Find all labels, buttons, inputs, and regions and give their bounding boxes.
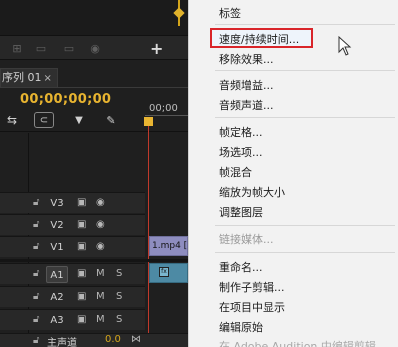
grid-icon[interactable]: ⊞ [6, 41, 28, 55]
playhead-handle[interactable] [144, 117, 153, 126]
film-icon[interactable]: ▣ [77, 291, 86, 302]
menu-separator [215, 117, 395, 118]
tab-sequence[interactable]: 序列 01 × [0, 68, 58, 87]
lock-icon[interactable]: 🔓︎ [33, 291, 43, 303]
track-v3[interactable]: 🔓︎ V3 ▣ ◉ [0, 192, 145, 213]
menu-separator [215, 252, 395, 253]
track-label[interactable]: V2 [46, 217, 68, 234]
menu-item-frame-hold[interactable]: 帧定格... [219, 124, 263, 140]
menu-item-edit-in-audition[interactable]: 在 Adobe Audition 中编辑剪辑 [219, 338, 376, 347]
lock-icon[interactable]: 🔓︎ [33, 219, 43, 231]
solo-button[interactable]: S [116, 291, 122, 302]
film-icon[interactable]: ▣ [77, 219, 86, 230]
track-label[interactable]: A3 [46, 312, 68, 329]
time-ruler[interactable] [145, 115, 188, 116]
ruler-time-label: 00;00 [149, 103, 178, 114]
link-icon[interactable]: ⊂ [34, 112, 54, 128]
camera-icon[interactable]: ◉ [84, 41, 106, 55]
master-volume[interactable]: 0.0 [105, 334, 121, 345]
eye-icon[interactable]: ◉ [96, 197, 105, 208]
snap-icon[interactable]: ⇆ [3, 112, 21, 128]
menu-item-speed-duration[interactable]: 速度/持续时间... [219, 31, 299, 47]
track-a1[interactable]: 🔓︎ A1 ▣ M S [0, 263, 145, 284]
menu-separator [215, 24, 395, 25]
menu-item-remove-effects[interactable]: 移除效果... [219, 51, 274, 67]
menu-item-rename[interactable]: 重命名... [219, 259, 263, 275]
mute-button[interactable]: M [96, 314, 105, 325]
mouse-cursor-icon [338, 36, 352, 56]
lock-icon[interactable]: 🔓︎ [33, 335, 39, 346]
menu-item-link-media[interactable]: 链接媒体... [219, 231, 274, 247]
timeline-panel: ⊞ ▭ ▭ ◉ + 序列 01 × 00;00;00;00 00;00 ⇆ ⊂ ▼… [0, 0, 188, 347]
eye-icon[interactable]: ◉ [96, 219, 105, 230]
timeline-controls: ⇆ ⊂ ▼ ✎ [0, 111, 145, 129]
tab-underline [0, 87, 188, 88]
eye-icon[interactable]: ◉ [96, 241, 105, 252]
new-item-button[interactable]: + [150, 39, 163, 58]
av-divider[interactable] [0, 259, 188, 262]
lock-icon[interactable]: 🔓︎ [33, 241, 43, 253]
marker-icon[interactable]: ▼ [72, 112, 86, 128]
monitor-strip [0, 0, 188, 36]
timecode-display[interactable]: 00;00;00;00 [20, 92, 111, 107]
film-icon[interactable]: ▣ [77, 197, 86, 208]
menu-separator [215, 70, 395, 71]
track-label[interactable]: A1 [46, 266, 68, 283]
film-icon[interactable]: ▣ [77, 268, 86, 279]
context-menu: 标签 速度/持续时间... 移除效果... 音频增益... 音频声道... 帧定… [188, 0, 398, 347]
track-master[interactable]: 🔓︎ 主声道 0.0 ⋈ [0, 333, 188, 347]
menu-item-audio-gain[interactable]: 音频增益... [219, 77, 274, 93]
tab-sequence-label: 序列 01 [2, 71, 42, 84]
solo-button[interactable]: S [116, 268, 122, 279]
master-label: 主声道 [47, 338, 77, 347]
bin-icon[interactable]: ▭ [58, 41, 80, 55]
video-clip[interactable]: 1.mp4 [V] [149, 236, 188, 256]
track-v1[interactable]: 🔓︎ V1 ▣ ◉ [0, 236, 145, 257]
track-label[interactable]: V3 [46, 195, 68, 212]
track-a2[interactable]: 🔓︎ A2 ▣ M S [0, 286, 145, 307]
close-icon[interactable]: × [44, 73, 52, 84]
lock-icon[interactable]: 🔓︎ [33, 314, 43, 326]
menu-item-scale-to-frame[interactable]: 缩放为帧大小 [219, 184, 285, 200]
track-a3[interactable]: 🔓︎ A3 ▣ M S [0, 309, 145, 330]
menu-item-audio-channels[interactable]: 音频声道... [219, 97, 274, 113]
menu-item-frame-blend[interactable]: 帧混合 [219, 164, 252, 180]
monitor-playhead-marker[interactable] [173, 7, 185, 19]
track-label[interactable]: V1 [46, 239, 68, 256]
fx-icon: fx [159, 267, 169, 277]
panel-toolbar: ⊞ ▭ ▭ ◉ + [0, 36, 188, 60]
track-label[interactable]: A2 [46, 289, 68, 306]
menu-item-label[interactable]: 标签 [219, 5, 241, 21]
track-v2[interactable]: 🔓︎ V2 ▣ ◉ [0, 214, 145, 235]
go-to-end-icon[interactable]: ⋈ [131, 334, 141, 345]
menu-item-make-subclip[interactable]: 制作子剪辑... [219, 279, 285, 295]
lock-icon[interactable]: 🔓︎ [33, 197, 43, 209]
lock-icon[interactable]: 🔓︎ [33, 268, 43, 280]
menu-separator [215, 225, 395, 226]
mute-button[interactable]: M [96, 268, 105, 279]
film-icon[interactable]: ▣ [77, 241, 86, 252]
menu-item-field-options[interactable]: 场选项... [219, 144, 263, 160]
mute-button[interactable]: M [96, 291, 105, 302]
menu-item-edit-original[interactable]: 编辑原始 [219, 319, 263, 335]
film-icon[interactable]: ▣ [77, 314, 86, 325]
list-icon[interactable]: ▭ [30, 41, 52, 55]
solo-button[interactable]: S [116, 314, 122, 325]
controls-divider [0, 131, 188, 132]
wrench-icon[interactable]: ✎ [104, 112, 118, 128]
menu-item-reveal-in-project[interactable]: 在项目中显示 [219, 299, 285, 315]
audio-clip[interactable]: fx [149, 263, 188, 283]
menu-item-adjustment-layer[interactable]: 调整图层 [219, 204, 263, 220]
